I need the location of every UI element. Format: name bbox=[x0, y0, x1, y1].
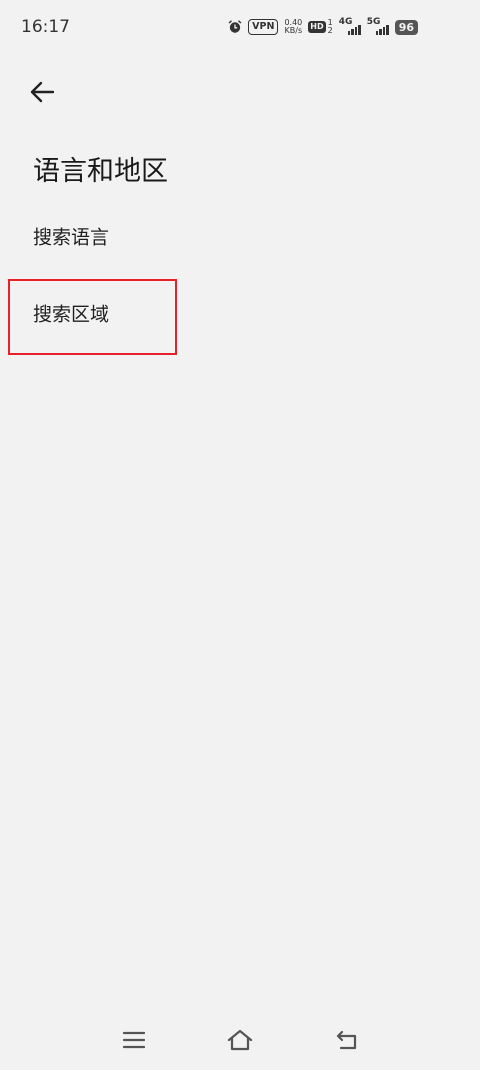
status-bar: 16:17 VPN 0.40 KB/s HD 1 2 4G 5G 96 bbox=[0, 0, 480, 56]
vpn-badge: VPN bbox=[248, 19, 279, 35]
navigation-bar bbox=[0, 1010, 480, 1070]
signal-sim2-icon: 5G bbox=[367, 17, 389, 35]
back-button[interactable] bbox=[24, 74, 60, 110]
status-time: 16:17 bbox=[21, 17, 70, 37]
signal-sim1-icon: 4G bbox=[339, 17, 361, 35]
net-speed-unit: KB/s bbox=[284, 26, 303, 35]
page-title: 语言和地区 bbox=[33, 156, 168, 187]
battery-icon: 96 bbox=[394, 19, 418, 35]
alarm-icon bbox=[228, 20, 242, 34]
menu-item-label: 搜索语言 bbox=[33, 226, 110, 249]
arrow-left-icon bbox=[30, 81, 55, 103]
status-icons: VPN 0.40 KB/s HD 1 2 4G 5G 96 bbox=[228, 17, 418, 35]
net-speed: 0.40 KB/s bbox=[284, 19, 302, 35]
menu-item-search-language[interactable]: 搜索语言 bbox=[0, 201, 480, 271]
menu-icon bbox=[123, 1031, 145, 1049]
sim2-index: 2 bbox=[327, 26, 333, 35]
hd-badge: HD bbox=[308, 21, 326, 33]
nav-home-button[interactable] bbox=[222, 1022, 258, 1058]
menu-item-label: 搜索区域 bbox=[33, 303, 110, 326]
sim-index: 1 2 bbox=[328, 19, 333, 35]
menu-item-search-region[interactable]: 搜索区域 bbox=[0, 278, 480, 348]
home-icon bbox=[227, 1029, 253, 1051]
nav-menu-button[interactable] bbox=[116, 1022, 152, 1058]
nav-back-button[interactable] bbox=[329, 1022, 365, 1058]
back-return-icon bbox=[336, 1030, 357, 1050]
